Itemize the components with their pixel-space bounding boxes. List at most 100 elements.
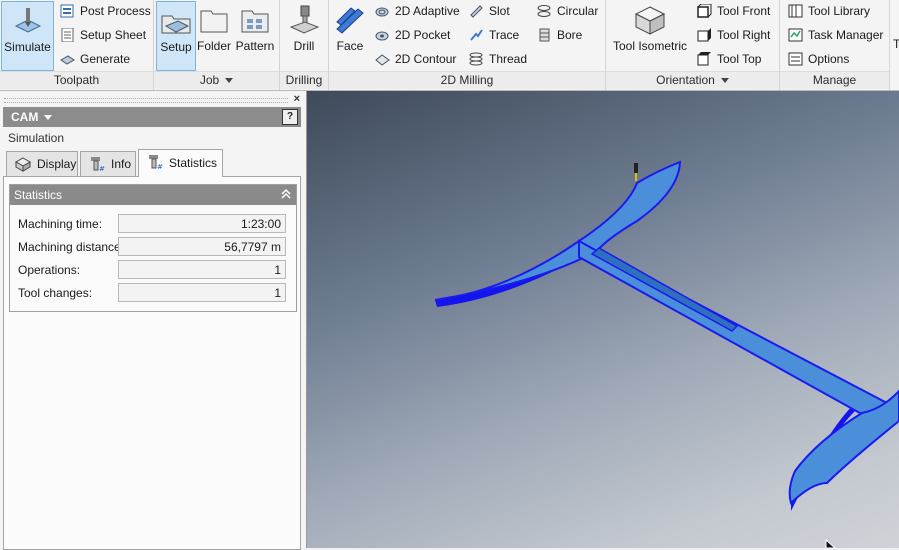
folder-button[interactable]: Folder	[196, 1, 232, 71]
options-button[interactable]: Options	[786, 49, 849, 69]
cam-header-bar: CAM ?	[3, 107, 301, 127]
tab-info-label: Info	[111, 157, 132, 171]
2d-adaptive-label: 2D Adaptive	[395, 4, 460, 18]
options-label: Options	[808, 52, 850, 66]
2d-contour-label: 2D Contour	[395, 52, 457, 66]
tool-top-label: Tool Top	[717, 52, 762, 66]
cube-isometric-icon	[634, 6, 666, 35]
circular-button[interactable]: Circular	[535, 1, 598, 21]
tab-display-label: Display	[37, 157, 77, 171]
trace-label: Trace	[489, 28, 520, 42]
thread-button[interactable]: Thread	[467, 49, 527, 69]
tab-statistics[interactable]: # Statistics	[138, 149, 223, 177]
group-drilling: Drill Drilling	[280, 0, 329, 90]
setup-label: Setup	[160, 40, 192, 54]
cube-right-icon	[697, 28, 711, 42]
circular-icon	[537, 5, 551, 17]
group-orientation: Tool Isometric Tool Front Tool Right Too…	[606, 0, 780, 90]
tool-top-button[interactable]: Tool Top	[695, 49, 761, 69]
face-button[interactable]: Face	[331, 1, 369, 71]
orientation-dropdown[interactable]: Orientation	[656, 73, 729, 87]
2d-pocket-button[interactable]: 2D Pocket	[373, 25, 450, 45]
stat-value: 1	[118, 283, 286, 302]
statistics-group: Statistics Machining time: 1:23:00 Machi…	[9, 184, 297, 312]
orientation-group-label[interactable]: Orientation	[606, 71, 779, 89]
2d-pocket-label: 2D Pocket	[395, 28, 451, 42]
statistics-tool-icon: #	[149, 155, 163, 170]
cam-dropdown[interactable]: CAM	[11, 110, 52, 124]
pattern-button[interactable]: Pattern	[233, 1, 277, 71]
bore-button[interactable]: Bore	[535, 25, 582, 45]
slot-button[interactable]: Slot	[467, 1, 510, 21]
task-manager-button[interactable]: Task Manager	[786, 25, 883, 45]
drill-label: Drill	[293, 39, 315, 53]
group-toolpath: Simulate Post Process Setup Sheet Genera…	[0, 0, 154, 90]
2d-adaptive-button[interactable]: 2D Adaptive	[373, 1, 460, 21]
drill-icon	[289, 5, 320, 34]
part-slot	[590, 247, 739, 332]
post-process-button[interactable]: Post Process	[58, 1, 151, 21]
job-dropdown[interactable]: Job	[200, 73, 233, 87]
drill-button[interactable]: Drill	[282, 1, 326, 71]
ribbon: Simulate Post Process Setup Sheet Genera…	[0, 0, 899, 91]
setup-sheet-button[interactable]: Setup Sheet	[58, 25, 146, 45]
3d-viewport[interactable]	[307, 91, 899, 548]
cam-browser-panel: × CAM ? Simulation Display # Info # Stat…	[0, 91, 307, 550]
stat-value: 1	[118, 260, 286, 279]
collapse-chevron-icon[interactable]	[280, 188, 292, 200]
setup-button[interactable]: Setup	[156, 1, 196, 71]
mouse-cursor-icon	[825, 538, 836, 548]
tool-isometric-label: Tool Isometric	[612, 39, 688, 53]
folder-icon	[200, 10, 228, 33]
group-2d-milling: Face 2D Adaptive 2D Pocket 2D Contour Sl…	[329, 0, 606, 90]
tab-display[interactable]: Display	[6, 151, 78, 176]
simulate-button[interactable]: Simulate	[1, 1, 54, 71]
job-group-label[interactable]: Job	[154, 71, 279, 89]
setup-sheet-icon	[61, 28, 74, 42]
bore-icon	[539, 28, 550, 42]
tool-library-label: Tool Library	[808, 4, 871, 18]
stat-row-machining-distance: Machining distance: 56,7797 m	[14, 237, 290, 257]
2d-pocket-icon	[375, 31, 389, 41]
cube-front-icon	[697, 4, 712, 18]
statistics-header[interactable]: Statistics	[10, 185, 296, 205]
generate-icon	[60, 55, 75, 65]
stat-label: Machining distance:	[18, 240, 125, 254]
slot-label: Slot	[489, 4, 510, 18]
generate-label: Generate	[80, 52, 131, 66]
tool-front-button[interactable]: Tool Front	[695, 1, 770, 21]
face-icon	[336, 7, 364, 34]
info-tool-icon: #	[91, 157, 105, 172]
tab-info[interactable]: # Info	[80, 151, 136, 176]
thread-label: Thread	[489, 52, 528, 66]
pattern-icon	[241, 10, 269, 33]
task-manager-icon	[788, 28, 803, 42]
ribbon-overflow-letter: T	[893, 37, 899, 51]
circular-label: Circular	[557, 4, 599, 18]
simulate-label: Simulate	[4, 40, 51, 54]
face-label: Face	[336, 39, 364, 53]
task-manager-label: Task Manager	[808, 28, 884, 42]
2d-milling-group-label: 2D Milling	[329, 71, 605, 89]
trace-button[interactable]: Trace	[467, 25, 519, 45]
2d-contour-icon	[375, 54, 390, 66]
2d-contour-button[interactable]: 2D Contour	[373, 49, 456, 69]
tool-library-icon	[788, 4, 803, 18]
display-icon	[15, 157, 31, 172]
group-job: Setup Folder Pattern Job	[154, 0, 280, 90]
tool-library-button[interactable]: Tool Library	[786, 1, 870, 21]
tool-right-label: Tool Right	[717, 28, 771, 42]
drilling-group-label: Drilling	[280, 71, 328, 89]
tab-statistics-label: Statistics	[169, 156, 218, 170]
generate-button[interactable]: Generate	[58, 49, 130, 69]
help-button[interactable]: ?	[282, 109, 298, 125]
post-process-label: Post Process	[80, 4, 151, 18]
stat-label: Tool changes:	[18, 286, 93, 300]
tool-isometric-button[interactable]: Tool Isometric	[608, 1, 692, 71]
panel-drag-grip[interactable]	[4, 98, 288, 103]
panel-close-button[interactable]: ×	[294, 93, 300, 105]
manage-group-label: Manage	[780, 71, 889, 89]
tool-right-button[interactable]: Tool Right	[695, 25, 770, 45]
setup-sheet-label: Setup Sheet	[80, 28, 147, 42]
folder-label: Folder	[196, 39, 231, 53]
